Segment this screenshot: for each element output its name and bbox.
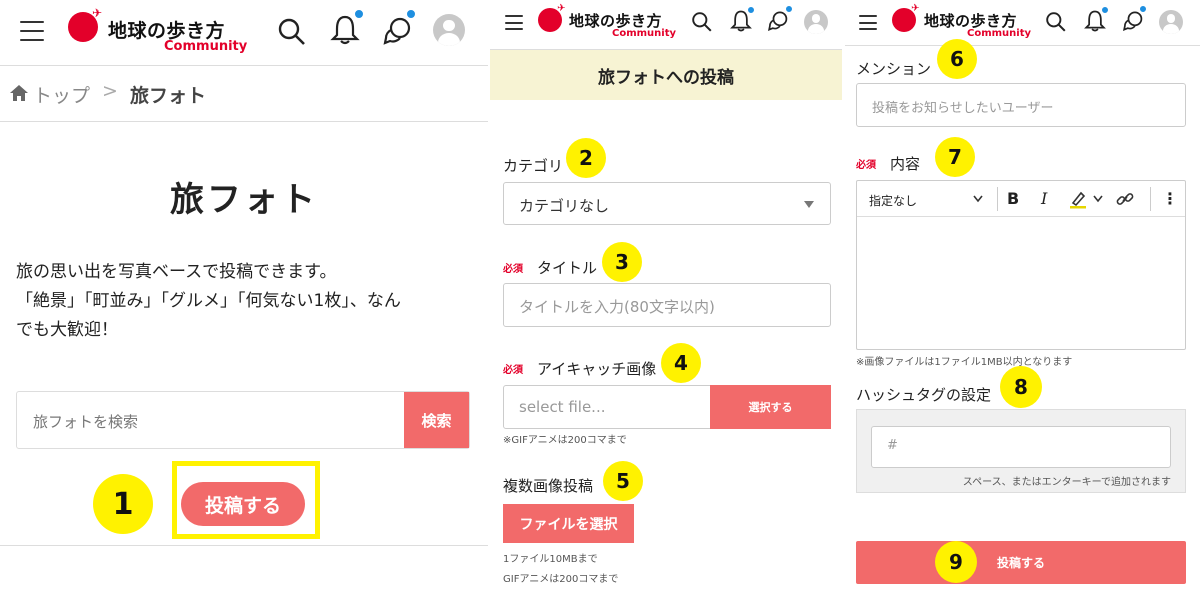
breadcrumb-current: 旅フォト xyxy=(130,85,207,107)
breadcrumb-home[interactable]: トップ xyxy=(33,81,90,108)
step-badge-9: 9 xyxy=(935,541,977,583)
hashtag-note: スペース、またはエンターキーで追加されます xyxy=(962,477,1171,488)
step-badge-3: 3 xyxy=(602,242,642,282)
link-icon[interactable] xyxy=(1116,190,1134,208)
chat-icon[interactable] xyxy=(1122,10,1145,32)
logo[interactable]: ✈ 地球の歩き方 Community xyxy=(538,3,678,45)
notification-dot xyxy=(1139,5,1147,13)
header: ✈ 地球の歩き方 Community xyxy=(0,0,488,66)
page-description: 旅の思い出を写真ベースで投稿できます。 「絶景」「町並み」「グルメ」「何気ない1… xyxy=(16,262,401,340)
search-icon[interactable] xyxy=(277,17,307,47)
menu-icon[interactable] xyxy=(505,15,523,30)
required-mark: 必須 xyxy=(856,160,876,171)
chat-icon[interactable] xyxy=(767,10,790,32)
file-size-note: 1ファイル10MBまで xyxy=(503,554,598,565)
category-label: カテゴリ xyxy=(503,157,564,175)
avatar[interactable] xyxy=(1159,10,1183,34)
form-title: 旅フォトへの投稿 xyxy=(490,50,842,100)
step-badge-4: 4 xyxy=(661,343,701,383)
mention-input[interactable]: 投稿をお知らせしたいユーザー xyxy=(856,83,1186,127)
required-mark: 必須 xyxy=(503,365,523,376)
chat-icon[interactable] xyxy=(382,16,414,46)
eyecatch-label: アイキャッチ画像 xyxy=(537,360,657,378)
hashtag-label: ハッシュタグの設定 xyxy=(856,386,992,404)
step-badge-6: 6 xyxy=(937,39,977,79)
notification-dot xyxy=(354,9,364,19)
notification-dot xyxy=(1101,6,1109,14)
notification-dot xyxy=(785,5,793,13)
highlight-pen-icon[interactable] xyxy=(1068,189,1088,209)
image-size-note: ※画像ファイルは1ファイル1MB以内となります xyxy=(856,357,1073,368)
file-select-button[interactable]: ファイルを選択 xyxy=(503,504,634,543)
menu-icon[interactable] xyxy=(20,21,44,41)
step-badge-1: 1 xyxy=(93,474,153,534)
header: ✈ 地球の歩き方 Community xyxy=(490,0,842,50)
chevron-down-icon[interactable] xyxy=(1093,195,1103,203)
bold-button[interactable]: B xyxy=(1007,189,1019,208)
notification-dot xyxy=(747,6,755,14)
search-box[interactable]: 旅フォトを検索 検索 xyxy=(16,391,470,449)
toolbar-divider xyxy=(997,187,998,211)
chevron-down-icon xyxy=(804,201,814,208)
eyecatch-note: ※GIFアニメは200コマまで xyxy=(503,435,627,446)
logo[interactable]: ✈ 地球の歩き方 Community xyxy=(68,6,248,56)
search-icon[interactable] xyxy=(691,11,713,33)
eyecatch-file-input[interactable]: select file... xyxy=(503,385,711,429)
title-input[interactable]: タイトルを入力(80文字以内) xyxy=(503,283,831,327)
header: ✈ 地球の歩き方 Community xyxy=(845,0,1200,46)
home-icon[interactable] xyxy=(9,84,29,102)
panel-top-page: ✈ 地球の歩き方 Community トップ > 旅フォト 旅フォト 旅の思い出… xyxy=(0,0,488,596)
category-select[interactable]: カテゴリなし xyxy=(503,182,831,225)
search-icon[interactable] xyxy=(1045,11,1067,33)
title-label: タイトル xyxy=(537,259,598,277)
toolbar-divider xyxy=(1150,187,1151,211)
step-badge-5: 5 xyxy=(603,461,643,501)
divider xyxy=(0,545,488,546)
required-mark: 必須 xyxy=(503,264,523,275)
multi-image-label: 複数画像投稿 xyxy=(503,477,594,495)
submit-button[interactable]: 投稿する xyxy=(856,541,1186,584)
gif-note: GIFアニメは200コマまで xyxy=(503,574,619,585)
panel-post-form-1: ✈ 地球の歩き方 Community 旅フォトへの投稿 カテゴリ 2 カテゴリな… xyxy=(490,0,842,596)
editor-toolbar: 指定なし B I ⋮ xyxy=(857,181,1185,217)
hashtag-input[interactable]: # xyxy=(871,426,1171,468)
page-title: 旅フォト xyxy=(170,180,318,220)
post-button[interactable]: 投稿する xyxy=(181,482,305,526)
more-options-icon[interactable]: ⋮ xyxy=(1162,189,1178,208)
chevron-down-icon[interactable] xyxy=(973,195,983,203)
format-select[interactable]: 指定なし xyxy=(869,192,917,209)
menu-icon[interactable] xyxy=(859,15,877,30)
bell-icon[interactable] xyxy=(330,14,360,46)
step-badge-8: 8 xyxy=(1000,366,1042,408)
notification-dot xyxy=(406,9,416,19)
avatar[interactable] xyxy=(433,14,465,46)
hashtag-area: # スペース、またはエンターキーで追加されます xyxy=(856,409,1186,493)
content-editor[interactable]: 指定なし B I ⋮ xyxy=(856,180,1186,350)
italic-button[interactable]: I xyxy=(1041,189,1047,208)
eyecatch-select-button[interactable]: 選択する xyxy=(710,385,831,429)
breadcrumb-separator: > xyxy=(102,80,118,102)
panel-post-form-2: ✈ 地球の歩き方 Community メンション 6 投稿をお知らせしたいユーザ… xyxy=(845,0,1200,596)
mention-label: メンション xyxy=(856,60,932,78)
content-label: 内容 xyxy=(890,155,921,173)
avatar[interactable] xyxy=(804,10,828,34)
search-input[interactable]: 旅フォトを検索 xyxy=(33,411,138,432)
breadcrumb: トップ > 旅フォト xyxy=(0,66,488,122)
search-button[interactable]: 検索 xyxy=(404,392,469,448)
step-badge-7: 7 xyxy=(935,137,975,177)
step-badge-2: 2 xyxy=(566,138,606,178)
